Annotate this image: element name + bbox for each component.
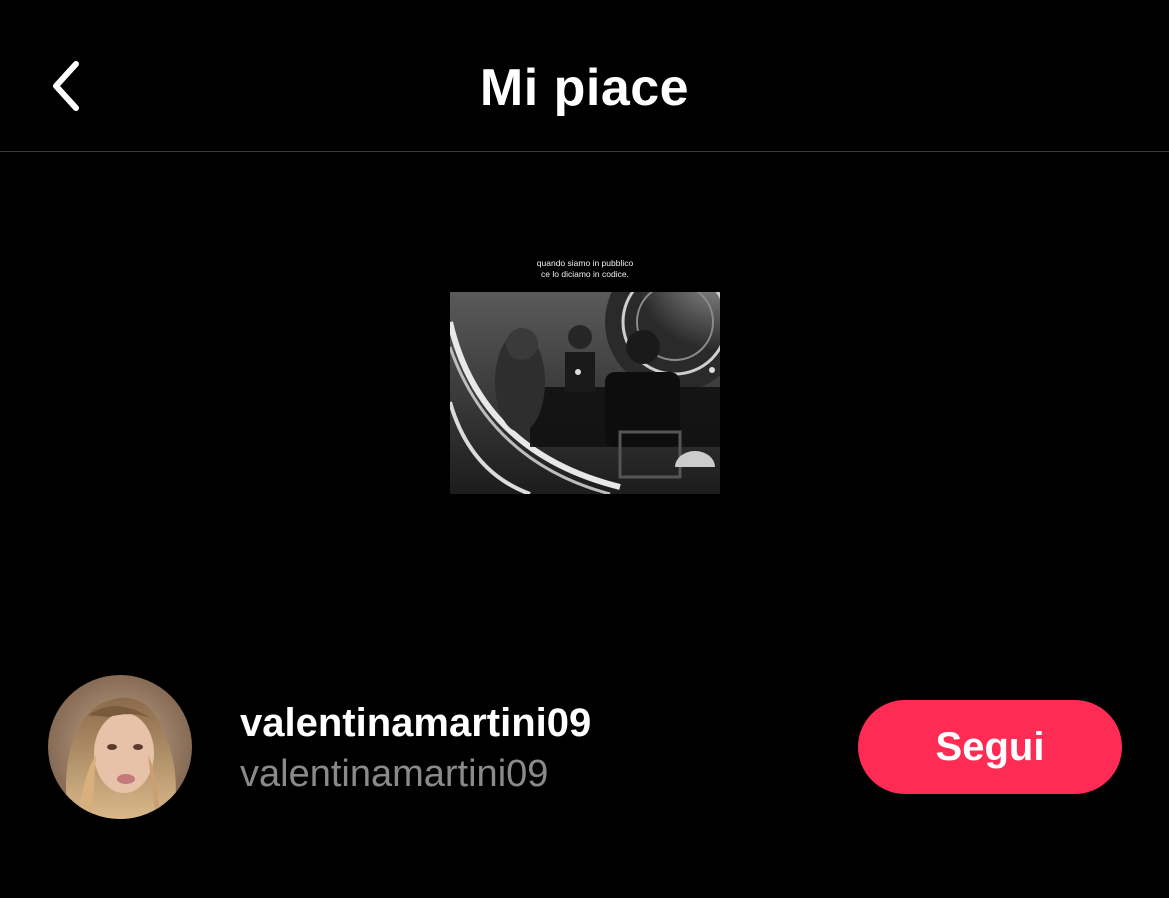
follow-button[interactable]: Segui	[858, 700, 1122, 794]
video-frame-image	[450, 292, 720, 494]
top-bar: Mi piace	[0, 0, 1169, 152]
user-row: valentinamartini09 valentinamartini09 Se…	[0, 672, 1169, 822]
page-title: Mi piace	[479, 59, 690, 117]
video-caption-line-1: quando siamo in pubblico	[536, 258, 634, 268]
avatar[interactable]	[48, 675, 192, 819]
user-handle: valentinamartini09	[240, 753, 549, 795]
liked-video-thumbnail[interactable]: quando siamo in pubblico ce lo diciamo i…	[450, 252, 720, 497]
video-caption-line-2: ce lo diciamo in codice.	[541, 269, 629, 279]
video-caption: quando siamo in pubblico ce lo diciamo i…	[450, 258, 720, 280]
username[interactable]: valentinamartini09	[240, 700, 591, 746]
